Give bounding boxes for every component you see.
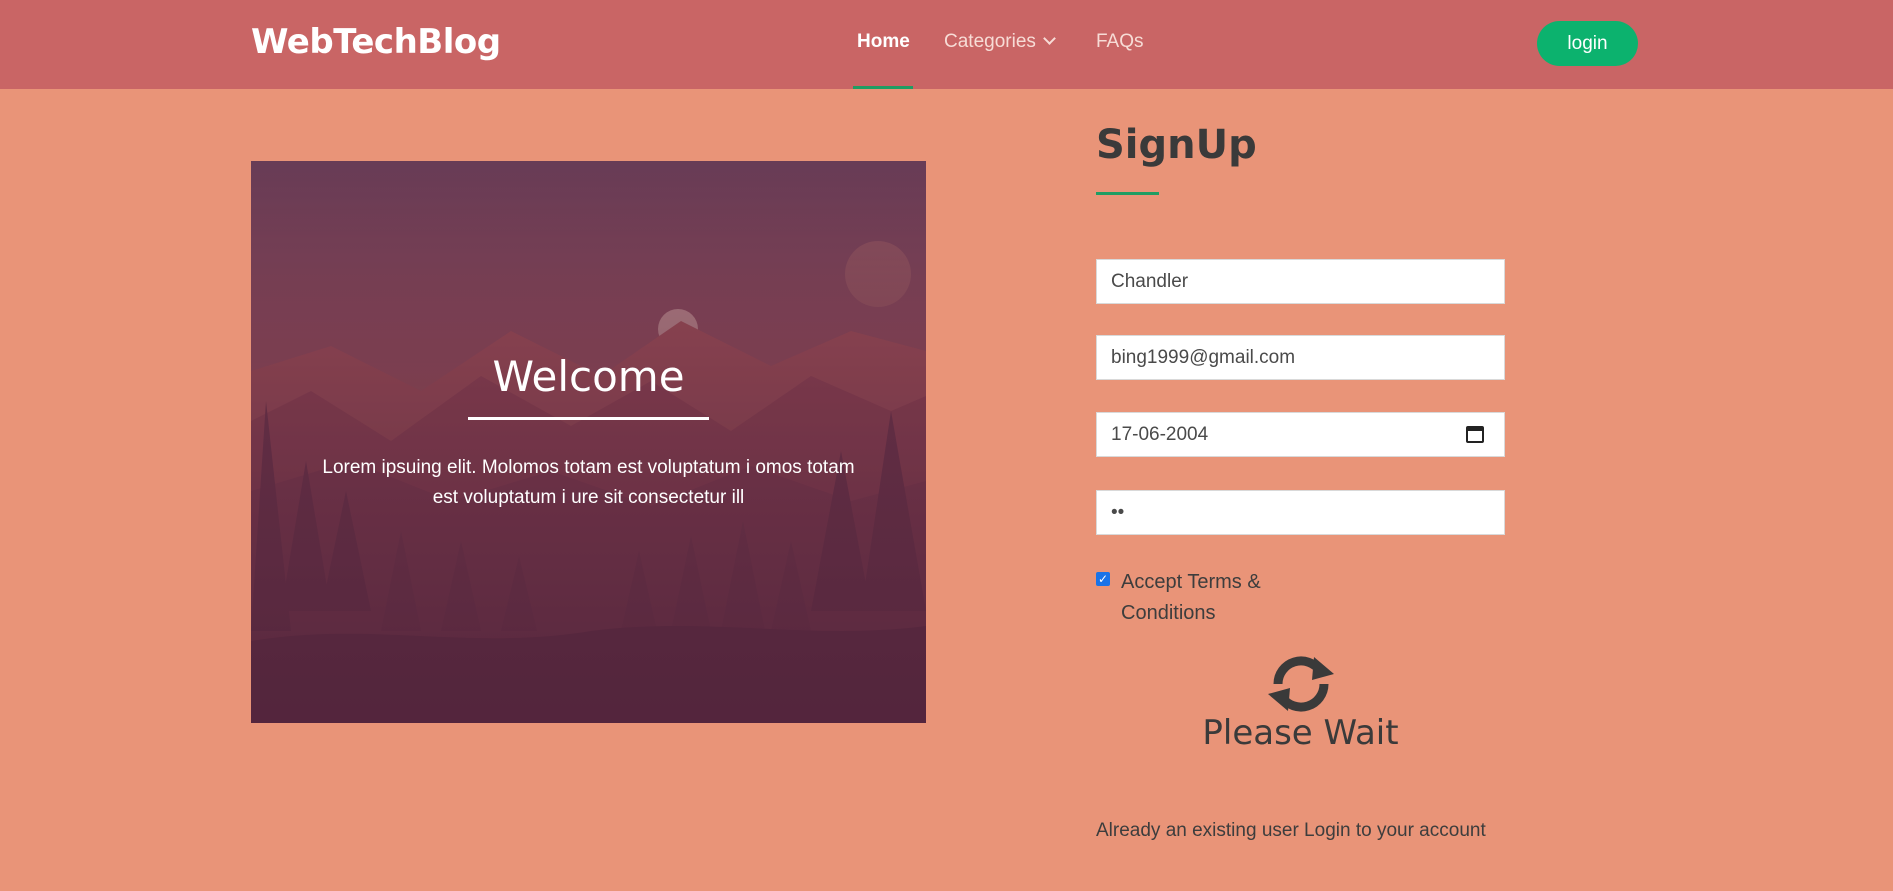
nav-item-home[interactable]: Home	[857, 31, 910, 53]
active-nav-indicator	[853, 86, 913, 89]
terms-checkbox[interactable]: ✓	[1096, 572, 1110, 586]
name-input-value: Chandler	[1111, 270, 1189, 292]
please-wait-text: Please Wait	[1202, 713, 1399, 753]
existing-user-link[interactable]: Already an existing user Login to your a…	[1096, 820, 1486, 842]
nav-item-categories-label: Categories	[944, 31, 1036, 52]
date-input[interactable]: 17-06-2004	[1096, 412, 1505, 457]
login-button[interactable]: login	[1537, 21, 1638, 66]
sync-icon	[1268, 656, 1334, 712]
hero-divider	[468, 417, 709, 420]
nav-item-faqs[interactable]: FAQs	[1096, 31, 1144, 53]
email-input[interactable]: bing1999@gmail.com	[1096, 335, 1505, 380]
hero-title: Welcome	[492, 352, 685, 401]
welcome-hero: Welcome Lorem ipsuing elit. Molomos tota…	[251, 161, 926, 723]
email-input-value: bing1999@gmail.com	[1111, 346, 1296, 368]
name-input[interactable]: Chandler	[1096, 259, 1505, 304]
checkmark-icon: ✓	[1097, 572, 1109, 586]
hero-overlay: Welcome Lorem ipsuing elit. Molomos tota…	[251, 161, 926, 723]
terms-label[interactable]: Accept Terms & Conditions	[1121, 567, 1311, 629]
password-input[interactable]: ••	[1096, 490, 1505, 535]
title-underline	[1096, 192, 1159, 195]
chevron-down-icon	[1043, 32, 1056, 45]
signup-title: SignUp	[1096, 122, 1257, 168]
date-input-value: 17-06-2004	[1111, 423, 1209, 445]
nav-item-categories[interactable]: Categories	[944, 31, 1056, 53]
password-input-value: ••	[1111, 501, 1125, 523]
brand-logo[interactable]: WebTechBlog	[251, 22, 501, 62]
navbar: WebTechBlog Home Categories FAQs login	[0, 0, 1893, 89]
hero-text: Lorem ipsuing elit. Molomos totam est vo…	[322, 457, 855, 508]
calendar-icon[interactable]	[1466, 426, 1484, 443]
